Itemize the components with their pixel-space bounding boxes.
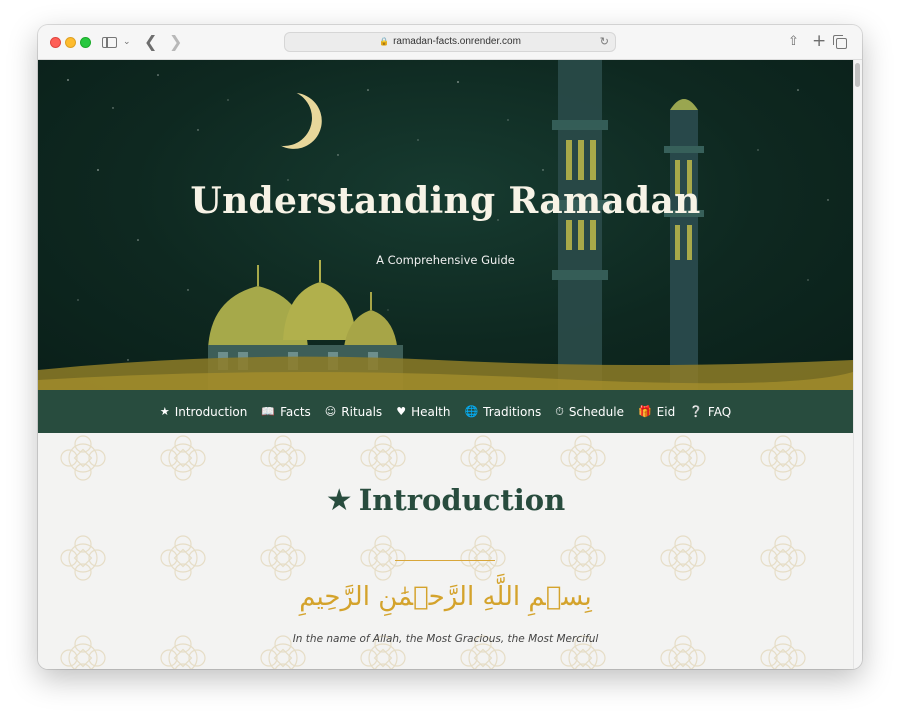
scrollbar-thumb[interactable] bbox=[855, 63, 860, 87]
nav-item-introduction[interactable]: ★ Introduction bbox=[160, 405, 248, 419]
gold-divider bbox=[395, 560, 495, 561]
section-title-text: Introduction bbox=[358, 483, 566, 517]
nav-item-rituals[interactable]: ☺ Rituals bbox=[325, 405, 382, 419]
bismillah-text: بِسۡمِ اللَّهِ الرَّحۡمَٰنِ الرَّحِيمِ bbox=[299, 582, 592, 612]
nav-item-faq[interactable]: ❔ FAQ bbox=[689, 405, 731, 419]
main-nav: ★ Introduction 📖 Facts ☺ Rituals ♥ Healt… bbox=[38, 390, 853, 433]
chevron-down-icon[interactable]: ⌄ bbox=[123, 32, 131, 52]
nav-item-label: Health bbox=[411, 404, 451, 419]
section-title: ★ Introduction bbox=[38, 483, 853, 518]
nav-item-label: Traditions bbox=[483, 404, 542, 419]
gift-icon: 🎁 bbox=[637, 405, 652, 418]
url-text: ramadan-facts.onrender.com bbox=[393, 36, 521, 47]
nav-item-label: Eid bbox=[656, 404, 676, 419]
globe-icon: 🌐 bbox=[464, 405, 479, 418]
hero-title: Understanding Ramadan bbox=[190, 180, 701, 222]
nav-item-traditions[interactable]: 🌐 Traditions bbox=[464, 405, 541, 419]
page-viewport: Understanding Ramadan A Comprehensive Gu… bbox=[38, 60, 862, 669]
nav-item-health[interactable]: ♥ Health bbox=[396, 405, 450, 419]
forward-icon[interactable]: ❯ bbox=[169, 32, 182, 52]
hero-banner: Understanding Ramadan A Comprehensive Gu… bbox=[38, 60, 853, 390]
tabs-overview-icon[interactable] bbox=[833, 35, 847, 49]
share-icon[interactable]: ⇧ bbox=[788, 32, 799, 52]
browser-window: ⌄ ❮ ❯ 🔒ramadan-facts.onrender.com ↻ ⇧ + bbox=[38, 25, 862, 669]
star-icon: ★ bbox=[325, 483, 353, 518]
minimize-window-button[interactable] bbox=[65, 37, 76, 48]
sidebar-icon[interactable] bbox=[102, 37, 117, 48]
address-bar[interactable]: 🔒 ramadan-facts.onrender.com ↻ bbox=[284, 32, 616, 52]
nav-item-label: Facts bbox=[280, 404, 311, 419]
nav-item-eid[interactable]: 🎁 Eid bbox=[638, 405, 675, 419]
plus-icon[interactable]: + bbox=[812, 31, 826, 51]
browser-toolbar: ⌄ ❮ ❯ 🔒 ramadan-facts.onrender.com ↻ ⇧ + bbox=[38, 25, 862, 60]
pray-icon: ☺ bbox=[324, 405, 337, 418]
hero-subtitle: A Comprehensive Guide bbox=[376, 253, 515, 267]
bismillah-translation: In the name of Allah, the Most Gracious,… bbox=[292, 633, 599, 645]
lock-icon: 🔒 bbox=[379, 37, 390, 46]
zoom-window-button[interactable] bbox=[80, 37, 91, 48]
star-icon: ★ bbox=[159, 405, 170, 418]
nav-item-label: Introduction bbox=[174, 404, 248, 419]
nav-item-label: FAQ bbox=[707, 404, 732, 419]
back-icon[interactable]: ❮ bbox=[144, 32, 157, 52]
reload-icon[interactable]: ↻ bbox=[600, 33, 609, 51]
mosque-illustration bbox=[38, 60, 853, 390]
nav-item-label: Schedule bbox=[568, 404, 624, 419]
page-scrollbar[interactable] bbox=[853, 60, 862, 669]
question-icon: ❔ bbox=[689, 405, 703, 418]
nav-item-schedule[interactable]: ⏱ Schedule bbox=[555, 405, 624, 419]
introduction-section: ★ Introduction بِسۡمِ اللَّهِ الرَّحۡمَٰن… bbox=[38, 433, 853, 669]
nav-item-facts[interactable]: 📖 Facts bbox=[261, 405, 310, 419]
close-window-button[interactable] bbox=[50, 37, 61, 48]
nav-item-label: Rituals bbox=[341, 404, 383, 419]
book-icon: 📖 bbox=[261, 405, 276, 418]
heartbeat-icon: ♥ bbox=[396, 405, 407, 418]
clock-icon: ⏱ bbox=[555, 404, 564, 418]
